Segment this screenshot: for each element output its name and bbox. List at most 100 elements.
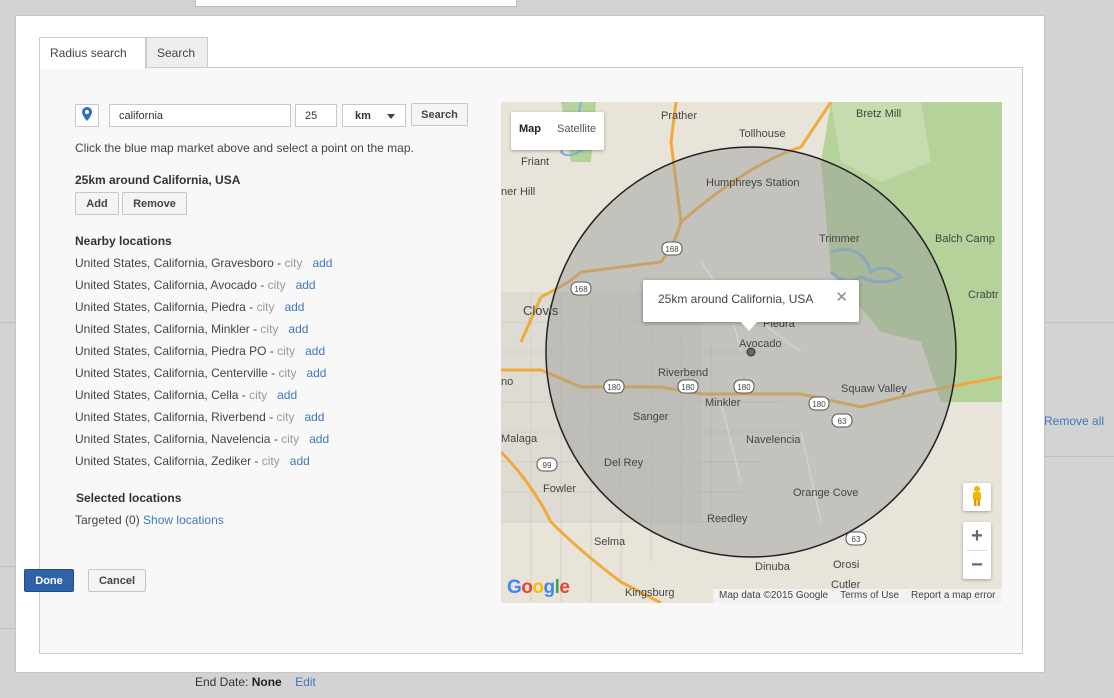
map-place-label: Clovis bbox=[523, 303, 559, 318]
add-location-link[interactable]: add bbox=[309, 432, 329, 446]
tab-radius-search[interactable]: Radius search bbox=[39, 37, 146, 69]
location-type: city bbox=[267, 278, 286, 292]
info-window-tail bbox=[740, 321, 758, 331]
map-canvas: Prather Bretz Mill Tollhouse Friant Humphrey… bbox=[501, 102, 1002, 603]
map-place-label: Navelencia bbox=[746, 434, 801, 446]
location-name: United States, California, Riverbend bbox=[75, 410, 266, 424]
location-name: United States, California, Cella bbox=[75, 388, 239, 402]
add-location-link[interactable]: add bbox=[290, 454, 310, 468]
nearby-location-item: United States, California, Centerville -… bbox=[75, 366, 327, 380]
chevron-down-icon bbox=[387, 114, 395, 119]
radius-search-panel: km Search Click the blue map market abov… bbox=[39, 67, 1023, 654]
map-place-label: Crabtr bbox=[968, 289, 999, 301]
location-name: United States, California, Centerville bbox=[75, 366, 268, 380]
close-icon[interactable]: ✕ bbox=[835, 288, 848, 306]
highway-number: 180 bbox=[812, 400, 826, 409]
satellite-view-button[interactable]: Satellite bbox=[549, 112, 604, 150]
add-button[interactable]: Add bbox=[75, 192, 119, 215]
map-place-label: Prather bbox=[661, 110, 697, 122]
done-button[interactable]: Done bbox=[24, 569, 74, 592]
background-input bbox=[195, 0, 517, 7]
tab-search[interactable]: Search bbox=[146, 37, 208, 68]
location-type: city bbox=[284, 256, 303, 270]
location-type: city bbox=[249, 388, 268, 402]
map-info-window: 25km around California, USA ✕ bbox=[643, 280, 859, 331]
location-search-input[interactable] bbox=[109, 104, 291, 127]
search-button[interactable]: Search bbox=[411, 103, 468, 126]
map-data-attribution: Map data ©2015 Google bbox=[719, 590, 829, 601]
edit-link[interactable]: Edit bbox=[295, 675, 316, 689]
map-place-label: Kingsburg bbox=[625, 587, 675, 599]
selected-heading: Selected locations bbox=[76, 491, 182, 505]
highway-number: 180 bbox=[737, 383, 751, 392]
show-locations-link[interactable]: Show locations bbox=[143, 513, 224, 527]
location-name: United States, California, Zediker bbox=[75, 454, 252, 468]
radius-input[interactable] bbox=[295, 104, 337, 127]
map-place-label: Malaga bbox=[501, 433, 538, 445]
add-location-link[interactable]: add bbox=[306, 366, 326, 380]
add-location-link[interactable]: add bbox=[305, 344, 325, 358]
location-type: city bbox=[278, 366, 297, 380]
highway-number: 180 bbox=[607, 383, 621, 392]
location-type: city bbox=[261, 454, 280, 468]
location-name: United States, California, Avocado bbox=[75, 278, 257, 292]
unit-select[interactable]: km bbox=[342, 104, 406, 127]
add-location-link[interactable]: add bbox=[288, 322, 308, 336]
map-place-label: Humphreys Station bbox=[706, 177, 800, 189]
map-pin-button[interactable] bbox=[75, 104, 99, 127]
map-type-toggle: Map Satellite bbox=[511, 112, 605, 150]
zoom-control: + − bbox=[963, 522, 991, 579]
map-view-button[interactable]: Map bbox=[511, 112, 549, 150]
add-location-link[interactable]: add bbox=[312, 256, 332, 270]
instruction-text: Click the blue map market above and sele… bbox=[75, 141, 414, 155]
street-view-pegman[interactable] bbox=[963, 483, 991, 511]
map-place-label: Selma bbox=[594, 536, 626, 548]
terms-of-use-link[interactable]: Terms of Use bbox=[840, 590, 899, 603]
add-location-link[interactable]: add bbox=[277, 388, 297, 402]
location-name: United States, California, Minkler bbox=[75, 322, 250, 336]
map-place-label: Tollhouse bbox=[739, 128, 785, 140]
map-place-label: Trimmer bbox=[819, 233, 860, 245]
highway-number: 180 bbox=[681, 383, 695, 392]
remove-button[interactable]: Remove bbox=[122, 192, 187, 215]
report-map-error-link[interactable]: Report a map error bbox=[911, 590, 995, 603]
add-location-link[interactable]: add bbox=[304, 410, 324, 424]
location-type: city bbox=[281, 432, 300, 446]
zoom-out-button[interactable]: − bbox=[963, 551, 991, 579]
nearby-location-item: United States, California, Piedra - city… bbox=[75, 300, 305, 314]
location-name: United States, California, Navelencia bbox=[75, 432, 271, 446]
location-type: city bbox=[276, 410, 295, 424]
nearby-location-item: United States, California, Navelencia - … bbox=[75, 432, 330, 446]
map-place-label: Orosi bbox=[833, 559, 859, 571]
pegman-icon bbox=[971, 485, 983, 509]
location-type: city bbox=[277, 344, 296, 358]
google-logo: Google bbox=[507, 577, 570, 598]
targeted-line: Targeted (0) Show locations bbox=[75, 513, 224, 527]
end-date-value: None bbox=[251, 675, 282, 689]
map-place-label: Balch Camp bbox=[935, 233, 995, 245]
remove-all-link[interactable]: Remove all bbox=[1044, 414, 1104, 428]
location-name: United States, California, Gravesboro bbox=[75, 256, 274, 270]
map-place-label: Friant bbox=[521, 156, 549, 168]
highway-number: 168 bbox=[574, 285, 588, 294]
zoom-in-button[interactable]: + bbox=[963, 522, 991, 550]
nearby-list: United States, California, Gravesboro - … bbox=[75, 256, 332, 476]
background-divider bbox=[0, 322, 15, 323]
nearby-heading: Nearby locations bbox=[75, 234, 172, 248]
cancel-button[interactable]: Cancel bbox=[88, 569, 146, 592]
location-name: United States, California, Piedra bbox=[75, 300, 246, 314]
add-location-link[interactable]: add bbox=[284, 300, 304, 314]
highway-number: 99 bbox=[543, 461, 552, 470]
highway-number: 63 bbox=[852, 535, 861, 544]
nearby-location-item: United States, California, Avocado - cit… bbox=[75, 278, 316, 292]
background-divider bbox=[0, 566, 15, 567]
end-date: End Date: None Edit bbox=[195, 675, 316, 689]
location-type: city bbox=[256, 300, 275, 314]
map[interactable]: Prather Bretz Mill Tollhouse Friant Humphrey… bbox=[501, 102, 1002, 603]
map-place-label: Reedley bbox=[707, 513, 748, 525]
plus-icon: + bbox=[971, 524, 983, 547]
add-location-link[interactable]: add bbox=[296, 278, 316, 292]
unit-select-value: km bbox=[355, 110, 371, 122]
targeted-count: Targeted (0) bbox=[75, 513, 140, 527]
map-place-label: Riverbend bbox=[658, 367, 708, 379]
